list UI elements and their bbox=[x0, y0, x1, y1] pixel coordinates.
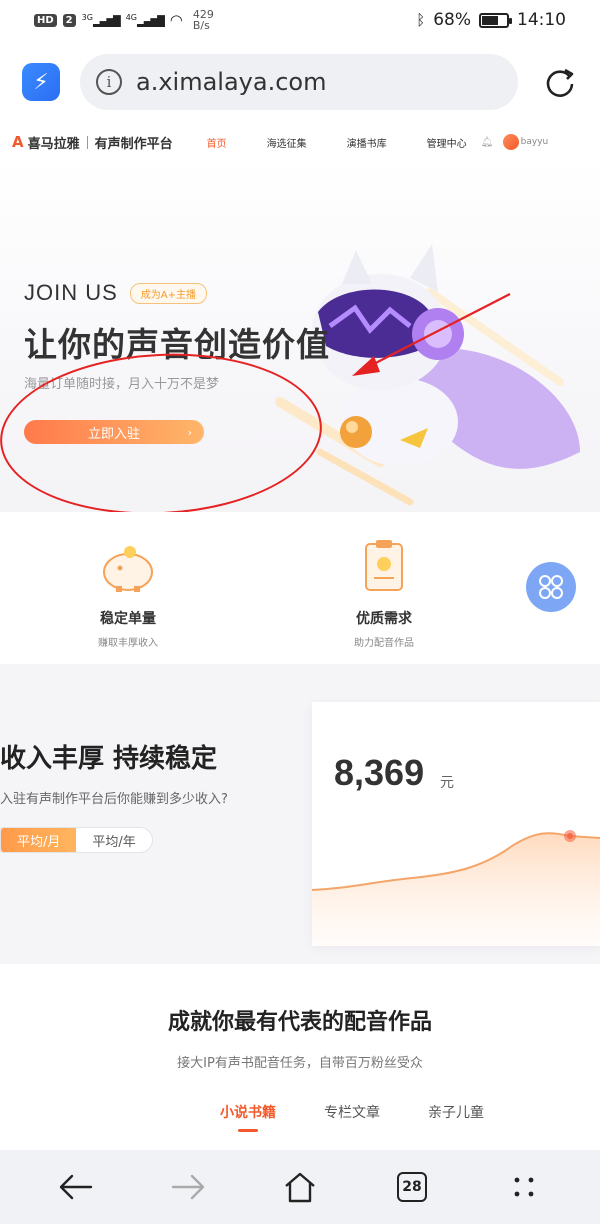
toggle-monthly[interactable]: 平均/月 bbox=[1, 828, 77, 852]
site-navbar: A 喜马拉雅 有声制作平台 首页 海选征集 演播书库 管理中心 🔔︎ bayyu bbox=[0, 122, 600, 168]
info-icon[interactable]: i bbox=[96, 69, 122, 95]
forward-icon[interactable] bbox=[158, 1157, 218, 1217]
feature-quality-demand[interactable]: 优质需求 助力配音作品 bbox=[314, 536, 454, 649]
works-tabs: 小说书籍 专栏文章 亲子儿童 bbox=[220, 1102, 484, 1132]
username[interactable]: bayyu bbox=[521, 137, 549, 147]
nav-item-library[interactable]: 演播书库 bbox=[347, 135, 387, 150]
annotation-arrow bbox=[352, 293, 511, 376]
hero-banner: JOIN US 成为A+主播 让你的声音创造价值 海量订单随时接，月入十万不是梦… bbox=[0, 162, 600, 512]
sim-badge: 2 bbox=[62, 13, 76, 27]
income-card: 8,369 元 bbox=[312, 702, 600, 946]
piggy-bank-icon bbox=[103, 546, 153, 592]
home-icon[interactable] bbox=[270, 1157, 330, 1217]
period-toggle: 平均/月 平均/年 bbox=[0, 827, 153, 853]
tab-count: 28 bbox=[397, 1172, 427, 1202]
lightning-app-icon[interactable]: ⚡ bbox=[22, 63, 60, 101]
address-bar[interactable]: i a.ximalaya.com bbox=[80, 54, 518, 110]
browser-bottom-bar: 28 bbox=[0, 1150, 600, 1224]
clipboard-icon bbox=[365, 540, 403, 591]
nav-item-management[interactable]: 管理中心 bbox=[427, 135, 467, 150]
battery-icon bbox=[479, 12, 512, 28]
feature-title: 优质需求 bbox=[356, 611, 412, 627]
join-title: JOIN US bbox=[24, 280, 118, 305]
tab-kids[interactable]: 亲子儿童 bbox=[428, 1102, 484, 1122]
more-menu-icon[interactable] bbox=[494, 1157, 554, 1217]
hd-badge: HD bbox=[34, 13, 57, 27]
nav-item-casting[interactable]: 海选征集 bbox=[267, 135, 307, 150]
works-section: 成就你最有代表的配音作品 接大IP有声书配音任务，自带百万粉丝受众 小说书籍 专… bbox=[0, 964, 600, 1150]
clock: 14:10 bbox=[517, 10, 566, 30]
logo-brand: 喜马拉雅 bbox=[27, 136, 80, 152]
battery-fill bbox=[482, 15, 499, 25]
works-subtitle: 接大IP有声书配音任务，自带百万粉丝受众 bbox=[177, 1056, 423, 1071]
status-right: ᛒ 68% 14:10 bbox=[416, 10, 566, 30]
toggle-yearly[interactable]: 平均/年 bbox=[76, 828, 151, 852]
income-subtitle: 入驻有声制作平台后你能赚到多少收入? bbox=[0, 792, 228, 807]
logo-product: 有声制作平台 bbox=[94, 136, 173, 152]
reload-icon[interactable] bbox=[542, 64, 578, 100]
income-value: 8,369 bbox=[334, 752, 425, 793]
site-logo[interactable]: A 喜马拉雅 有声制作平台 bbox=[12, 133, 173, 152]
url-text: a.ximalaya.com bbox=[136, 68, 327, 96]
join-row: JOIN US 成为A+主播 bbox=[24, 280, 208, 306]
tab-novels[interactable]: 小说书籍 bbox=[220, 1102, 276, 1132]
income-title: 收入丰厚 持续稳定 bbox=[0, 744, 218, 774]
nav-menu: 首页 海选征集 演播书库 管理中心 bbox=[206, 135, 467, 168]
income-unit: 元 bbox=[440, 775, 454, 791]
browser-toolbar: ⚡ i a.ximalaya.com bbox=[0, 44, 600, 120]
signal-3g-icon: 3G▂▄▆█ bbox=[81, 12, 121, 28]
feature-stable-orders[interactable]: 稳定单量 赚取丰厚收入 bbox=[58, 536, 198, 649]
tabs-button[interactable]: 28 bbox=[382, 1157, 442, 1217]
works-title: 成就你最有代表的配音作品 bbox=[167, 1010, 432, 1035]
logo-divider bbox=[86, 135, 88, 149]
signal-4g-icon: 4G▂▄▆█ bbox=[125, 12, 165, 28]
grid-menu-icon[interactable] bbox=[526, 562, 576, 612]
speed-unit: B/s bbox=[192, 19, 210, 32]
status-left: HD 2 3G▂▄▆█ 4G▂▄▆█ ◠ 429 B/s bbox=[34, 9, 214, 31]
back-icon[interactable] bbox=[46, 1157, 106, 1217]
feature-desc: 助力配音作品 bbox=[354, 638, 414, 649]
income-section: 收入丰厚 持续稳定 入驻有声制作平台后你能赚到多少收入? 平均/月 平均/年 8… bbox=[0, 664, 600, 964]
features-section: 稳定单量 赚取丰厚收入 优质需求 助力配音作品 bbox=[0, 512, 600, 664]
network-speed: 429 B/s bbox=[193, 9, 214, 31]
feature-desc: 赚取丰厚收入 bbox=[98, 638, 158, 649]
status-bar: HD 2 3G▂▄▆█ 4G▂▄▆█ ◠ 429 B/s ᛒ 68% 14:10 bbox=[0, 0, 600, 40]
bell-icon[interactable]: 🔔︎ bbox=[481, 137, 494, 148]
anchor-badge: 成为A+主播 bbox=[129, 282, 208, 304]
ximalaya-logo-icon: A bbox=[12, 133, 24, 151]
wifi-icon: ◠ bbox=[169, 11, 183, 29]
bluetooth-icon: ᛒ bbox=[416, 11, 426, 29]
income-trend-chart bbox=[312, 830, 600, 946]
battery-percent: 68% bbox=[433, 10, 471, 30]
feature-title: 稳定单量 bbox=[100, 611, 156, 627]
tab-columns[interactable]: 专栏文章 bbox=[324, 1102, 380, 1122]
avatar[interactable] bbox=[502, 134, 519, 150]
nav-item-home[interactable]: 首页 bbox=[206, 135, 227, 168]
